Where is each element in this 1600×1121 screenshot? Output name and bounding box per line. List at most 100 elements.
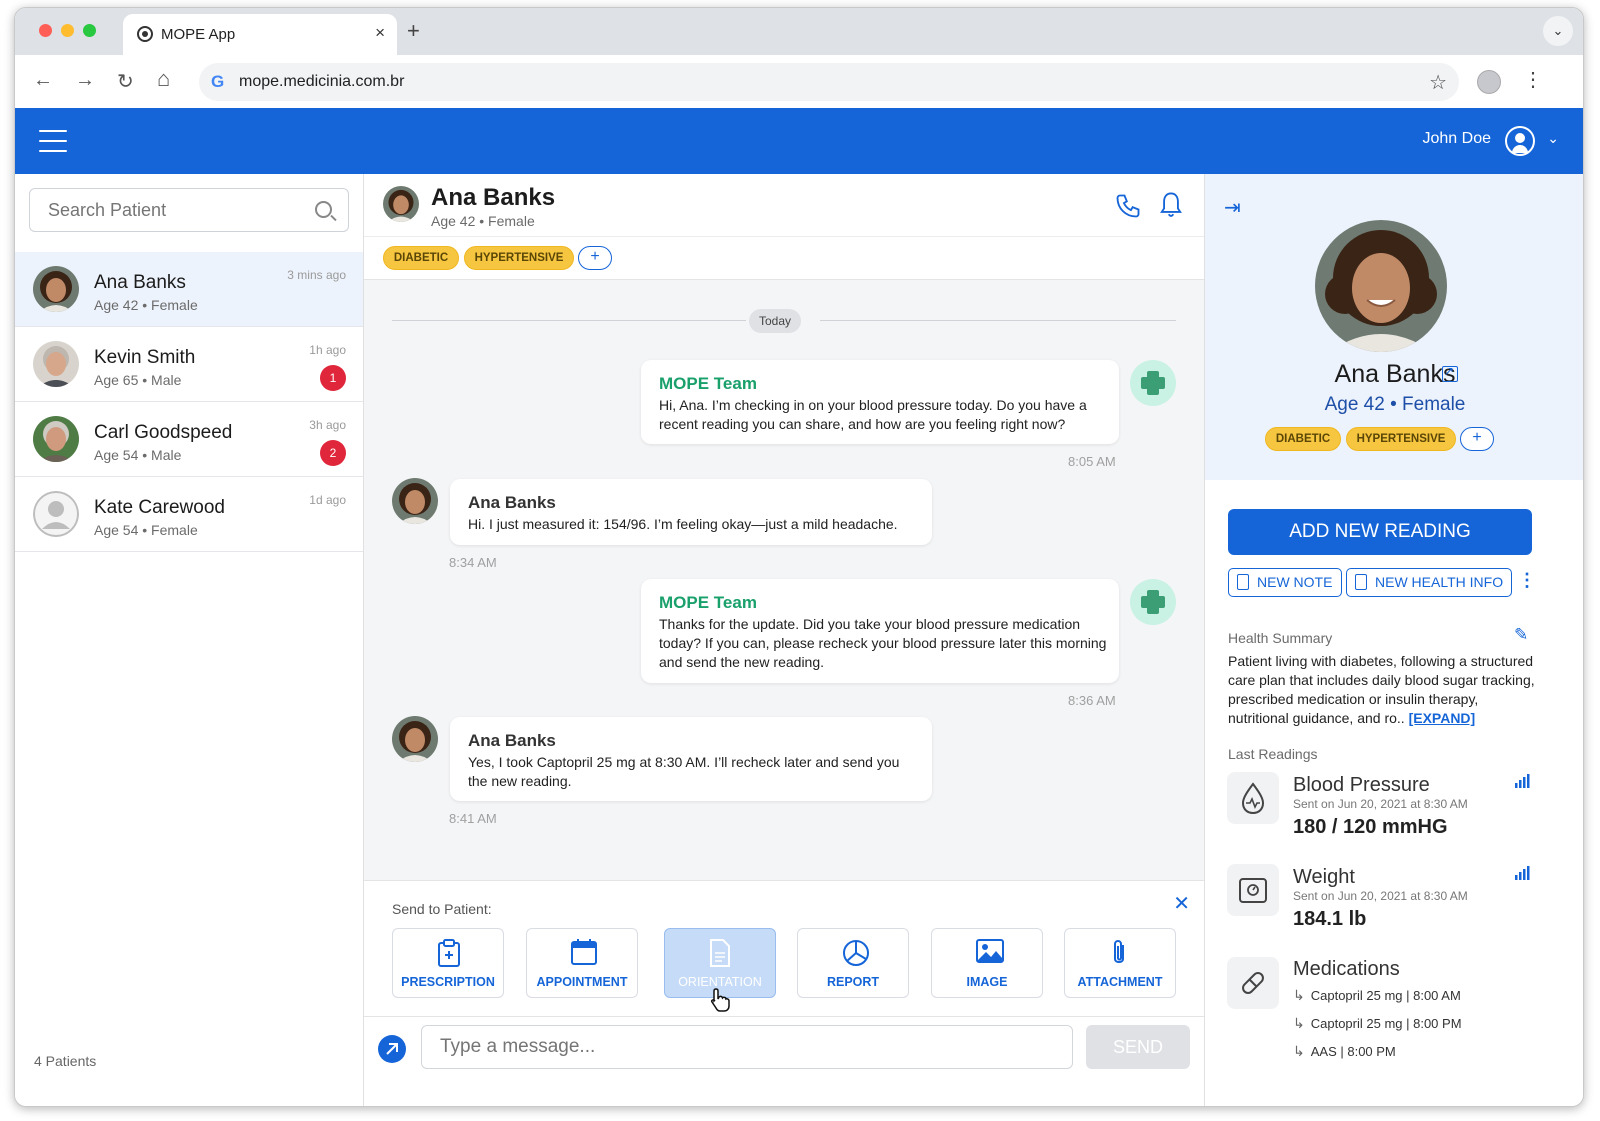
image-button[interactable]: IMAGE <box>931 928 1043 998</box>
tag-hypertensive[interactable]: HYPERTENSIVE <box>1346 427 1456 451</box>
bookmark-star-icon[interactable]: ☆ <box>1429 70 1447 95</box>
bar-chart-icon[interactable] <box>1514 774 1530 788</box>
forward-icon[interactable]: → <box>75 69 95 92</box>
new-note-button[interactable]: NEW NOTE <box>1228 568 1342 597</box>
add-new-reading-button[interactable]: ADD NEW READING <box>1228 509 1532 555</box>
patient-last-message-time: 1d ago <box>309 493 346 507</box>
message-time: 8:05 AM <box>1068 454 1116 469</box>
patient-name: Ana Banks <box>94 272 186 293</box>
collapse-panel-icon[interactable]: ⇥ <box>1224 195 1241 220</box>
more-options-icon[interactable]: ⋮ <box>1518 570 1536 591</box>
minimize-window-icon[interactable] <box>61 24 74 37</box>
attachment-button[interactable]: ATTACHMENT <box>1064 928 1176 998</box>
add-tag-button[interactable]: + <box>1460 427 1494 451</box>
compose-bar: SEND <box>364 1016 1204 1106</box>
tab-search-icon[interactable]: ⌄ <box>1543 16 1573 46</box>
browser-tab[interactable]: MOPE App × <box>123 14 397 55</box>
patient-row-kate-carewood[interactable]: Kate Carewood Age 54 • Female 1d ago <box>15 477 363 552</box>
message-bubble: Ana Banks Yes, I took Captopril 25 mg at… <box>450 717 932 801</box>
phone-icon[interactable] <box>1114 192 1142 220</box>
new-health-info-button[interactable]: NEW HEALTH INFO <box>1346 568 1512 597</box>
avatar <box>33 266 79 312</box>
patient-row-carl-goodspeed[interactable]: Carl Goodspeed Age 54 • Male 3h ago 2 <box>15 402 363 477</box>
maximize-window-icon[interactable] <box>83 24 96 37</box>
medication-item: ↳ Captopril 25 mg | 8:00 PM <box>1293 1015 1462 1031</box>
report-button[interactable]: REPORT <box>797 928 909 998</box>
open-external-icon[interactable] <box>1442 364 1458 382</box>
patient-last-message-time: 3h ago <box>309 418 346 432</box>
appointment-label: APPOINTMENT <box>536 975 628 989</box>
message-text: Hi, Ana. I’m checking in on your blood p… <box>659 397 1087 432</box>
document-icon <box>1237 574 1249 590</box>
search-icon[interactable] <box>315 201 332 218</box>
url-text[interactable]: mope.medicinia.com.br <box>239 73 404 91</box>
new-tab-icon[interactable]: + <box>407 18 420 44</box>
address-bar[interactable]: G mope.medicinia.com.br ☆ <box>199 63 1459 101</box>
close-window-icon[interactable] <box>39 24 52 37</box>
edit-pencil-icon[interactable]: ✎ <box>1514 625 1528 645</box>
medication-text: Captopril 25 mg | 8:00 AM <box>1310 988 1461 1003</box>
message-bubble: MOPE Team Hi, Ana. I’m checking in on yo… <box>641 360 1119 444</box>
home-icon[interactable]: ⌂ <box>157 66 170 92</box>
user-account-icon[interactable] <box>1505 126 1535 156</box>
pie-chart-icon <box>843 940 869 966</box>
patient-info: Age 54 • Male <box>94 447 182 463</box>
browser-toolbar: ← → ↻ ⌂ G mope.medicinia.com.br ☆ ⋮ <box>15 55 1583 108</box>
hand-cursor-icon <box>711 988 730 1012</box>
user-name[interactable]: John Doe <box>1423 130 1492 148</box>
expand-arrow-icon[interactable] <box>378 1035 406 1063</box>
report-label: REPORT <box>826 975 880 989</box>
patients-count: 4 Patients <box>34 1053 97 1069</box>
clipboard-plus-icon <box>1355 574 1367 590</box>
tag-hypertensive[interactable]: HYPERTENSIVE <box>464 246 574 270</box>
browser-profile-avatar[interactable] <box>1477 70 1501 94</box>
avatar <box>392 716 438 762</box>
chat-patient-info: Age 42 • Female <box>431 213 535 229</box>
patient-row-kevin-smith[interactable]: Kevin Smith Age 65 • Male 1h ago 1 <box>15 327 363 402</box>
send-button[interactable]: SEND <box>1086 1025 1190 1069</box>
medication-text: Captopril 25 mg | 8:00 PM <box>1310 1016 1462 1031</box>
avatar <box>33 416 79 462</box>
tab-title: MOPE App <box>161 26 236 43</box>
tag-diabetic[interactable]: DIABETIC <box>383 246 459 270</box>
message-bubble: MOPE Team Thanks for the update. Did you… <box>641 579 1119 683</box>
bell-icon[interactable] <box>1157 190 1185 220</box>
tag-diabetic[interactable]: DIABETIC <box>1265 427 1341 451</box>
tab-close-icon[interactable]: × <box>375 23 385 43</box>
medical-cross-icon <box>1130 360 1176 406</box>
browser-menu-icon[interactable]: ⋮ <box>1523 67 1543 92</box>
reading-title: Weight <box>1293 866 1355 888</box>
back-icon[interactable]: ← <box>33 69 53 92</box>
medical-cross-icon <box>1130 579 1176 625</box>
new-note-label: NEW NOTE <box>1257 574 1333 590</box>
chevron-down-icon[interactable]: ⌄ <box>1547 130 1559 147</box>
bar-chart-icon[interactable] <box>1514 866 1530 880</box>
add-tag-button[interactable]: + <box>578 246 612 270</box>
patient-list-panel: Ana Banks Age 42 • Female 3 mins ago Kev… <box>15 174 364 1106</box>
avatar-placeholder <box>33 491 79 537</box>
patient-row-ana-banks[interactable]: Ana Banks Age 42 • Female 3 mins ago <box>15 252 363 327</box>
prescription-button[interactable]: PRESCRIPTION <box>392 928 504 998</box>
expand-link[interactable]: [EXPAND] <box>1409 710 1476 726</box>
document-icon <box>710 939 730 967</box>
close-icon[interactable]: ✕ <box>1173 891 1190 916</box>
search-box[interactable] <box>29 188 349 232</box>
reading-sent-date: Sent on Jun 20, 2021 at 8:30 AM <box>1293 889 1468 903</box>
medications-title: Medications <box>1293 958 1400 980</box>
reading-title: Blood Pressure <box>1293 774 1430 796</box>
message-bubble: Ana Banks Hi. I just measured it: 154/96… <box>450 479 932 545</box>
hamburger-menu-icon[interactable] <box>39 130 67 152</box>
reading-sent-date: Sent on Jun 20, 2021 at 8:30 AM <box>1293 797 1468 811</box>
patient-name: Carl Goodspeed <box>94 422 233 443</box>
search-patient-input[interactable] <box>30 189 300 231</box>
patient-last-message-time: 1h ago <box>309 343 346 357</box>
unread-badge: 1 <box>320 365 346 391</box>
message-input[interactable] <box>421 1025 1073 1069</box>
avatar <box>33 341 79 387</box>
reload-icon[interactable]: ↻ <box>117 69 134 94</box>
message-time: 8:41 AM <box>449 811 497 826</box>
send-to-patient-panel: Send to Patient: ✕ PRESCRIPTION APPOINTM… <box>364 880 1204 1016</box>
message-text: Thanks for the update. Did you take your… <box>659 616 1107 670</box>
message-sender: Ana Banks <box>468 493 556 512</box>
appointment-button[interactable]: APPOINTMENT <box>526 928 638 998</box>
